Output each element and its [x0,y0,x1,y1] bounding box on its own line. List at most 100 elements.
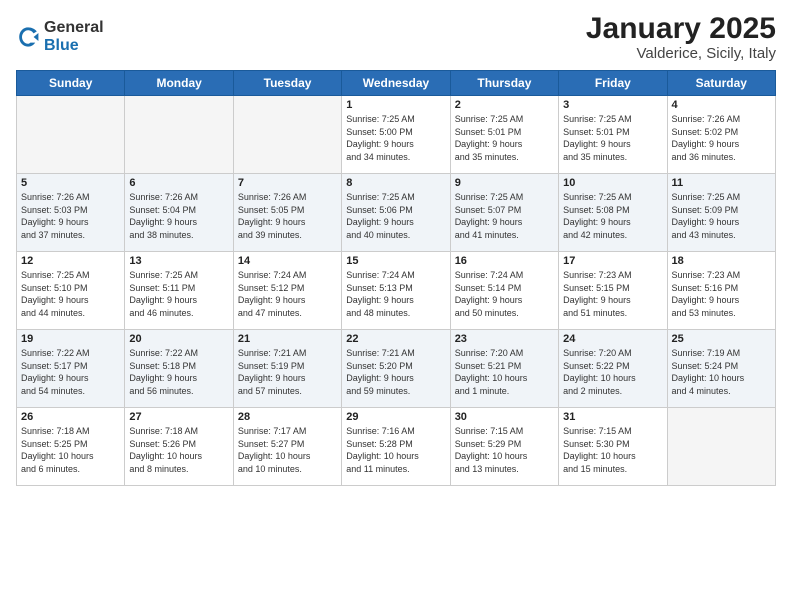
calendar-day-16: 16Sunrise: 7:24 AM Sunset: 5:14 PM Dayli… [450,252,558,330]
calendar-week-row: 1Sunrise: 7:25 AM Sunset: 5:00 PM Daylig… [17,96,776,174]
day-number: 15 [346,255,445,267]
day-number: 19 [21,333,120,345]
location: Valderice, Sicily, Italy [586,45,776,62]
calendar-week-row: 19 Sunrise: 7:22 AM Sunset: 5:17 PM Dayli… [17,330,776,408]
day-number: 11 [672,177,771,189]
day-number: 6 [129,177,228,189]
day-info: Sunrise: 7:21 AM Sunset: 5:19 PM Dayligh… [238,347,337,397]
calendar-day-27: 27Sunrise: 7:18 AM Sunset: 5:26 PM Dayli… [125,408,233,486]
calendar-day-14: 14 Sunrise: 7:24 AM Sunset: 5:12 PM Dayli… [233,252,341,330]
day-number: 30 [455,411,554,423]
calendar-day-10: 10 Sunrise: 7:25 AM Sunset: 5:08 PM Dayli… [559,174,667,252]
day-info: Sunrise: 7:24 AM Sunset: 5:13 PM Dayligh… [346,269,445,319]
day-number: 25 [672,333,771,345]
calendar-header-saturday: Saturday [667,71,775,96]
calendar-day-22: 22 Sunrise: 7:21 AM Sunset: 5:20 PM Dayli… [342,330,450,408]
day-info: Sunrise: 7:22 AM Sunset: 5:17 PM Dayligh… [21,347,120,397]
day-number: 17 [563,255,662,267]
logo-general: General [44,19,104,37]
logo-blue: Blue [44,37,104,55]
calendar-header-thursday: Thursday [450,71,558,96]
day-info: Sunrise: 7:24 AM Sunset: 5:12 PM Dayligh… [238,269,337,319]
day-number: 21 [238,333,337,345]
day-number: 31 [563,411,662,423]
day-number: 5 [21,177,120,189]
day-number: 29 [346,411,445,423]
calendar-empty [667,408,775,486]
day-info: Sunrise: 7:22 AM Sunset: 5:18 PM Dayligh… [129,347,228,397]
calendar-day-25: 25Sunrise: 7:19 AM Sunset: 5:24 PM Dayli… [667,330,775,408]
logo-text: General Blue [44,19,104,54]
calendar-header-friday: Friday [559,71,667,96]
calendar-day-30: 30 Sunrise: 7:15 AM Sunset: 5:29 PM Dayli… [450,408,558,486]
day-number: 4 [672,99,771,111]
calendar-empty [125,96,233,174]
calendar-day-29: 29Sunrise: 7:16 AM Sunset: 5:28 PM Dayli… [342,408,450,486]
day-info: Sunrise: 7:24 AM Sunset: 5:14 PM Dayligh… [455,269,554,319]
day-info: Sunrise: 7:20 AM Sunset: 5:21 PM Dayligh… [455,347,554,397]
calendar-day-8: 8 Sunrise: 7:25 AM Sunset: 5:06 PM Daylig… [342,174,450,252]
day-info: Sunrise: 7:15 AM Sunset: 5:29 PM Dayligh… [455,425,554,475]
day-number: 8 [346,177,445,189]
day-number: 28 [238,411,337,423]
day-number: 24 [563,333,662,345]
day-number: 1 [346,99,445,111]
calendar-day-24: 24 Sunrise: 7:20 AM Sunset: 5:22 PM Dayli… [559,330,667,408]
calendar-day-21: 21 Sunrise: 7:21 AM Sunset: 5:19 PM Dayli… [233,330,341,408]
calendar-day-26: 26 Sunrise: 7:18 AM Sunset: 5:25 PM Dayli… [17,408,125,486]
day-info: Sunrise: 7:25 AM Sunset: 5:09 PM Dayligh… [672,191,771,241]
calendar-day-17: 17 Sunrise: 7:23 AM Sunset: 5:15 PM Dayli… [559,252,667,330]
day-number: 10 [563,177,662,189]
day-number: 7 [238,177,337,189]
day-number: 27 [129,411,228,423]
header: General Blue January 2025 Valderice, Sic… [16,12,776,62]
calendar-day-18: 18Sunrise: 7:23 AM Sunset: 5:16 PM Dayli… [667,252,775,330]
day-number: 9 [455,177,554,189]
calendar-header-monday: Monday [125,71,233,96]
calendar-day-28: 28Sunrise: 7:17 AM Sunset: 5:27 PM Dayli… [233,408,341,486]
calendar-empty [17,96,125,174]
day-number: 18 [672,255,771,267]
calendar-header-sunday: Sunday [17,71,125,96]
calendar-day-6: 6 Sunrise: 7:26 AM Sunset: 5:04 PM Daylig… [125,174,233,252]
calendar-week-row: 12 Sunrise: 7:25 AM Sunset: 5:10 PM Dayli… [17,252,776,330]
calendar-day-12: 12 Sunrise: 7:25 AM Sunset: 5:10 PM Dayli… [17,252,125,330]
day-info: Sunrise: 7:26 AM Sunset: 5:04 PM Dayligh… [129,191,228,241]
calendar-week-row: 26 Sunrise: 7:18 AM Sunset: 5:25 PM Dayli… [17,408,776,486]
calendar-day-15: 15 Sunrise: 7:24 AM Sunset: 5:13 PM Dayli… [342,252,450,330]
day-info: Sunrise: 7:25 AM Sunset: 5:11 PM Dayligh… [129,269,228,319]
day-number: 14 [238,255,337,267]
calendar: SundayMondayTuesdayWednesdayThursdayFrid… [16,70,776,486]
day-info: Sunrise: 7:26 AM Sunset: 5:02 PM Dayligh… [672,113,771,163]
day-info: Sunrise: 7:21 AM Sunset: 5:20 PM Dayligh… [346,347,445,397]
day-number: 20 [129,333,228,345]
day-info: Sunrise: 7:18 AM Sunset: 5:25 PM Dayligh… [21,425,120,475]
day-info: Sunrise: 7:25 AM Sunset: 5:06 PM Dayligh… [346,191,445,241]
day-number: 23 [455,333,554,345]
day-info: Sunrise: 7:26 AM Sunset: 5:05 PM Dayligh… [238,191,337,241]
day-number: 12 [21,255,120,267]
day-info: Sunrise: 7:25 AM Sunset: 5:10 PM Dayligh… [21,269,120,319]
day-info: Sunrise: 7:26 AM Sunset: 5:03 PM Dayligh… [21,191,120,241]
calendar-day-5: 5 Sunrise: 7:26 AM Sunset: 5:03 PM Daylig… [17,174,125,252]
calendar-day-7: 7 Sunrise: 7:26 AM Sunset: 5:05 PM Daylig… [233,174,341,252]
day-info: Sunrise: 7:20 AM Sunset: 5:22 PM Dayligh… [563,347,662,397]
day-number: 3 [563,99,662,111]
day-info: Sunrise: 7:15 AM Sunset: 5:30 PM Dayligh… [563,425,662,475]
calendar-day-11: 11 Sunrise: 7:25 AM Sunset: 5:09 PM Dayli… [667,174,775,252]
calendar-day-23: 23 Sunrise: 7:20 AM Sunset: 5:21 PM Dayli… [450,330,558,408]
calendar-header-wednesday: Wednesday [342,71,450,96]
day-number: 13 [129,255,228,267]
calendar-day-13: 13 Sunrise: 7:25 AM Sunset: 5:11 PM Dayli… [125,252,233,330]
day-number: 22 [346,333,445,345]
day-info: Sunrise: 7:23 AM Sunset: 5:15 PM Dayligh… [563,269,662,319]
logo-icon [16,25,40,49]
title-block: January 2025 Valderice, Sicily, Italy [586,12,776,62]
day-info: Sunrise: 7:25 AM Sunset: 5:01 PM Dayligh… [563,113,662,163]
page: General Blue January 2025 Valderice, Sic… [0,0,792,612]
day-info: Sunrise: 7:25 AM Sunset: 5:08 PM Dayligh… [563,191,662,241]
calendar-day-4: 4 Sunrise: 7:26 AM Sunset: 5:02 PM Daylig… [667,96,775,174]
day-number: 26 [21,411,120,423]
day-info: Sunrise: 7:25 AM Sunset: 5:01 PM Dayligh… [455,113,554,163]
calendar-day-20: 20 Sunrise: 7:22 AM Sunset: 5:18 PM Dayli… [125,330,233,408]
